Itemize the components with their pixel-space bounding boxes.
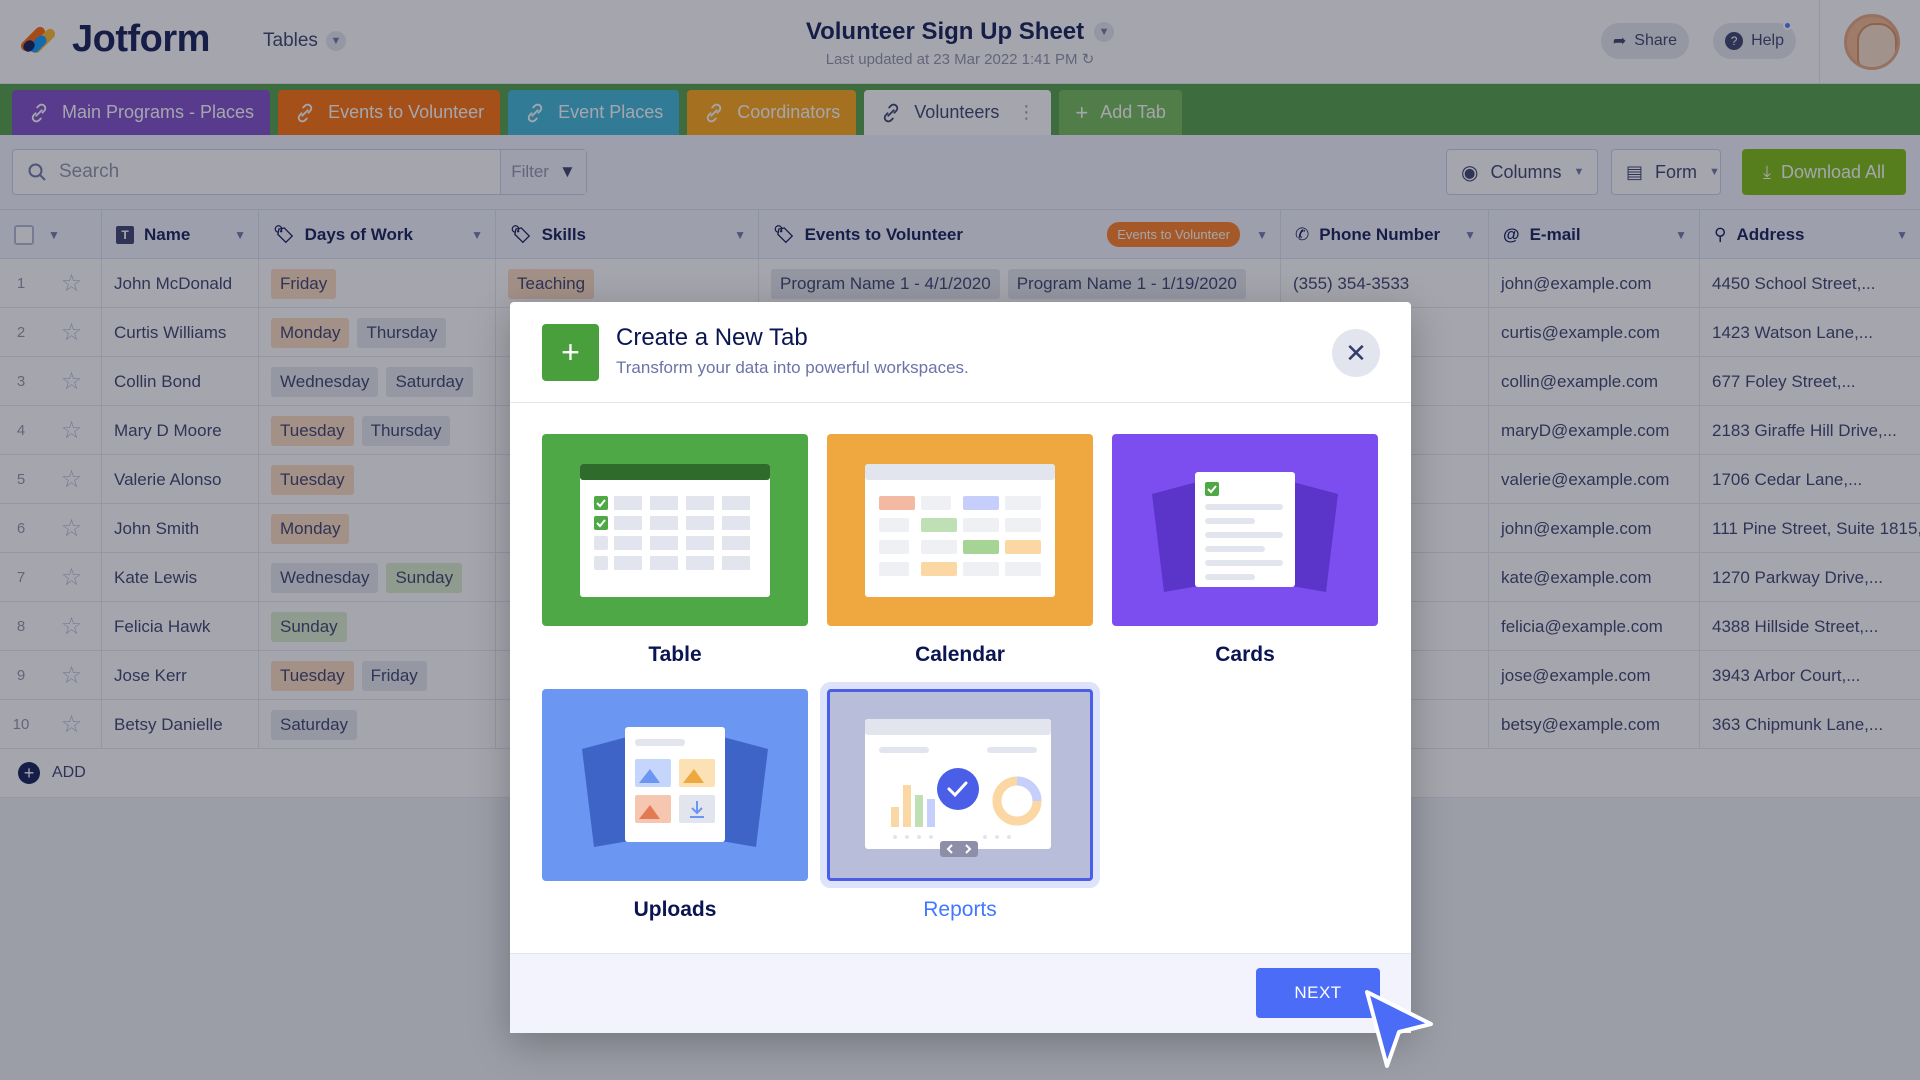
uploads-icon [582, 727, 768, 847]
next-button[interactable]: NEXT [1256, 968, 1380, 1018]
option-label: Reports [923, 898, 997, 921]
cards-icon [1152, 472, 1338, 592]
plus-icon: + [542, 324, 599, 381]
reports-illustration [827, 689, 1093, 881]
close-button[interactable]: ✕ [1332, 329, 1380, 377]
table-icon [580, 464, 770, 597]
tab-type-uploads[interactable]: Uploads [542, 689, 808, 922]
tab-type-reports[interactable]: Reports [827, 689, 1093, 922]
option-label: Calendar [915, 643, 1005, 666]
option-label: Cards [1215, 643, 1275, 666]
uploads-illustration [542, 689, 808, 881]
calendar-illustration [827, 434, 1093, 626]
reports-icon [865, 719, 1051, 857]
close-icon: ✕ [1345, 337, 1367, 368]
modal-header: + Create a New Tab Transform your data i… [510, 302, 1411, 403]
create-tab-modal: + Create a New Tab Transform your data i… [510, 302, 1411, 1033]
modal-title: Create a New Tab [616, 324, 808, 351]
option-label: Uploads [633, 898, 717, 921]
mouse-cursor-icon [1365, 990, 1433, 1068]
cards-illustration [1112, 434, 1378, 626]
tab-type-cards[interactable]: Cards [1112, 434, 1378, 667]
modal-footer: NEXT [510, 953, 1411, 1033]
modal-subtitle: Transform your data into powerful worksp… [616, 358, 969, 377]
tab-type-calendar[interactable]: Calendar [827, 434, 1093, 667]
option-label: Table [648, 643, 702, 666]
tab-type-table[interactable]: Table [542, 434, 808, 667]
calendar-icon [865, 464, 1055, 597]
table-illustration [542, 434, 808, 626]
